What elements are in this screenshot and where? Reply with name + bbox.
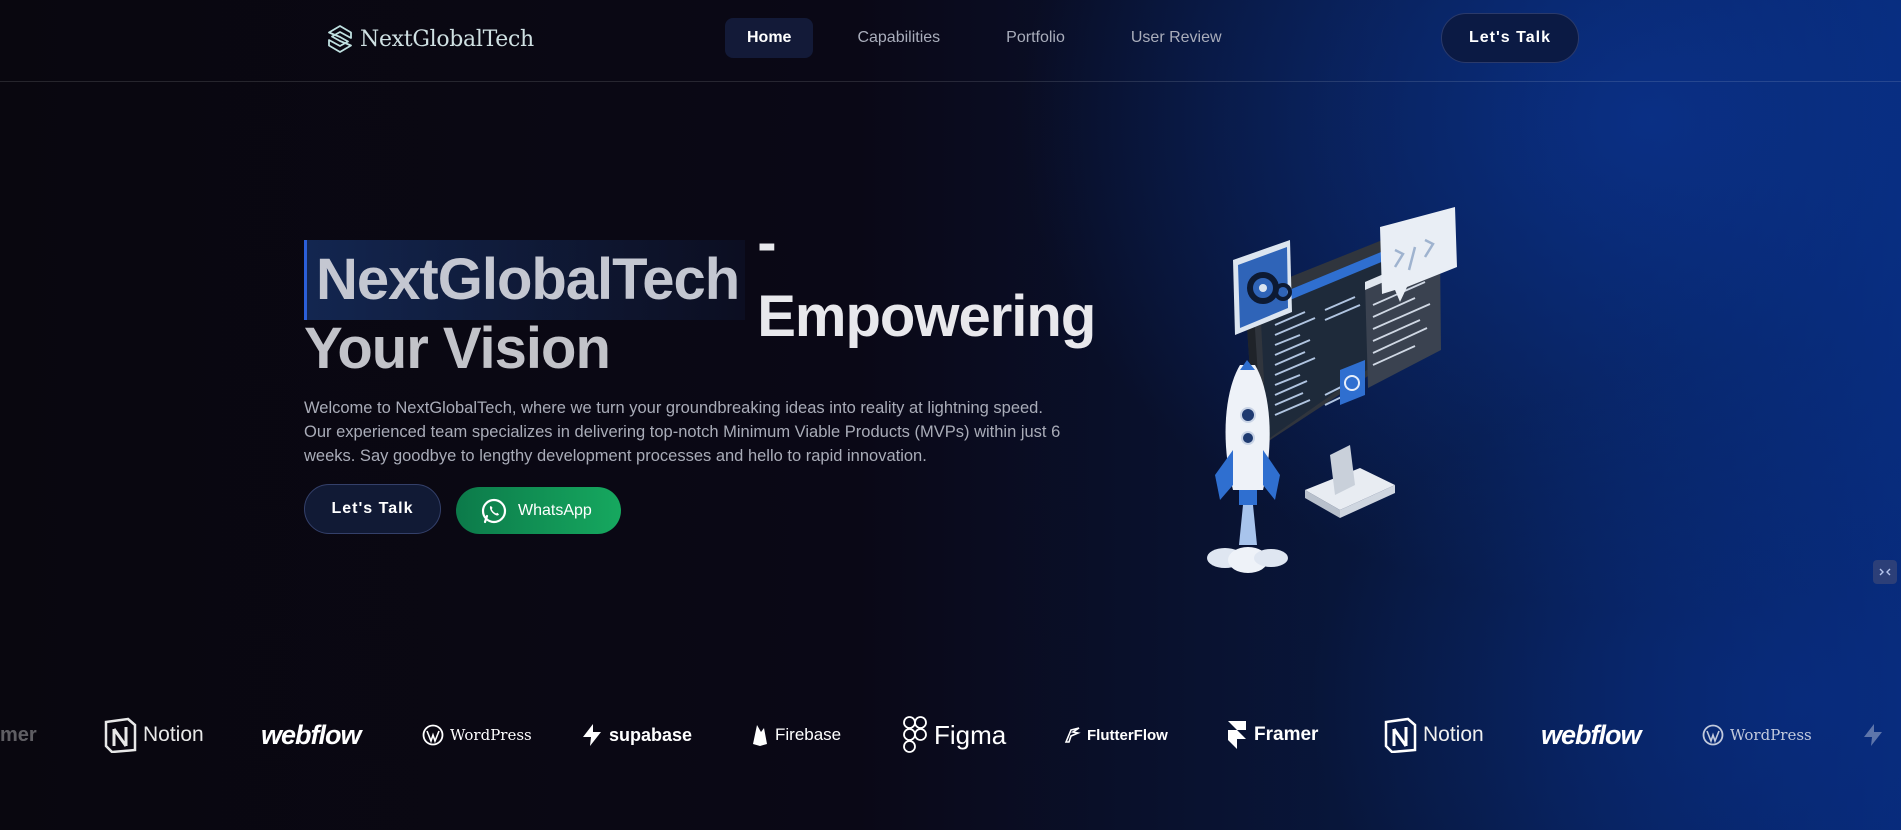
hero-illustration <box>1207 207 1457 573</box>
logo-label: WordPress <box>1730 726 1812 744</box>
logo-figma: Figma <box>902 705 1006 765</box>
whatsapp-icon <box>481 498 507 523</box>
notion-icon <box>1383 717 1417 753</box>
logo-partial-supabase <box>1862 705 1884 765</box>
firebase-icon <box>751 723 769 747</box>
nav-item-user-review[interactable]: User Review <box>1109 18 1244 58</box>
hero-lets-talk-button[interactable]: Let's Talk <box>304 484 441 534</box>
logo-label: WordPress <box>450 726 532 744</box>
framer-icon <box>1226 719 1248 751</box>
hero-title-highlight: NextGlobalTech <box>304 240 746 320</box>
logo-label: Figma <box>934 719 1007 750</box>
logo-icon <box>328 25 352 53</box>
logo-label: webflow <box>1541 719 1641 750</box>
hero-description: Welcome to NextGlobalTech, where we turn… <box>304 399 1061 465</box>
logo-webflow: webflow <box>1541 705 1641 765</box>
logo-label: Notion <box>143 723 204 746</box>
logo-label: supabase <box>609 724 693 745</box>
logo-label: FlutterFlow <box>1087 726 1168 744</box>
logo-label: webflow <box>261 719 361 750</box>
logo-framer: Framer <box>1226 705 1318 765</box>
logo-label: Firebase <box>775 725 842 744</box>
top-nav: NextGlobalTech Home Capabilities Portfol… <box>0 0 1901 82</box>
logo-supabase: supabase <box>581 705 692 765</box>
wordpress-icon <box>422 724 444 746</box>
logo-partial-label: mer <box>0 723 37 746</box>
figma-icon <box>902 715 928 755</box>
wordpress-icon <box>1702 724 1724 746</box>
logo-notion: Notion <box>1383 705 1484 765</box>
site-logo[interactable]: NextGlobalTech <box>326 24 534 54</box>
logo-label: Framer <box>1254 724 1319 745</box>
whatsapp-button[interactable]: WhatsApp <box>456 487 621 534</box>
logo-notion: Notion <box>103 705 204 765</box>
logo-wordpress: WordPress <box>1702 705 1812 765</box>
hero-title-rest: - Empowering <box>757 210 1096 349</box>
logo-wordpress: WordPress <box>422 705 532 765</box>
tool-logo-strip: mer Notion webflow WordPress supabase Fi… <box>0 705 1901 765</box>
logo-text: NextGlobalTech <box>360 26 534 52</box>
nav-lets-talk-button[interactable]: Let's Talk <box>1441 13 1579 63</box>
side-widget-tab[interactable] <box>1873 560 1897 584</box>
chat-icon <box>1879 568 1891 576</box>
nav-item-portfolio[interactable]: Portfolio <box>984 18 1087 58</box>
logo-firebase: Firebase <box>751 705 841 765</box>
notion-icon <box>103 717 137 753</box>
whatsapp-label: WhatsApp <box>518 501 592 519</box>
logo-label: Notion <box>1423 723 1484 746</box>
nav-item-home[interactable]: Home <box>725 18 814 58</box>
flutterflow-icon <box>1063 726 1081 744</box>
logo-flutterflow: FlutterFlow <box>1063 705 1168 765</box>
logo-webflow: webflow <box>261 705 361 765</box>
main-menu: Home Capabilities Portfolio User Review <box>725 18 1266 58</box>
hero-title: NextGlobalTech - Empowering Your Vision <box>304 210 1096 386</box>
supabase-icon <box>1862 723 1884 747</box>
supabase-icon <box>581 723 603 747</box>
nav-item-capabilities[interactable]: Capabilities <box>835 18 962 58</box>
logo-partial-framer: mer <box>0 705 37 765</box>
